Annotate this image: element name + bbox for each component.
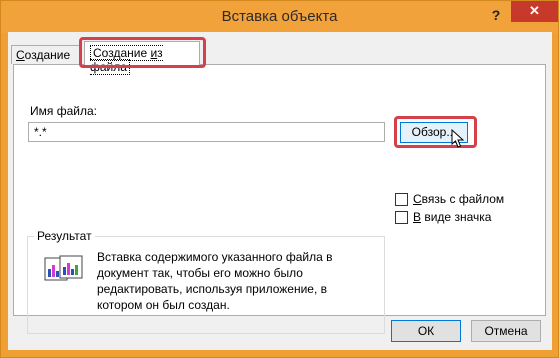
tab-highlight [79, 37, 206, 68]
link-to-file-accel: С [413, 192, 422, 206]
result-description: Вставка содержимого указанного файла в д… [97, 250, 333, 312]
display-as-icon-checkbox[interactable] [395, 210, 408, 224]
embedded-object-icon [44, 255, 83, 281]
link-to-file-checkbox[interactable] [395, 192, 408, 206]
tab-create[interactable]: Создание [11, 45, 82, 64]
ok-button[interactable]: ОК [391, 320, 461, 342]
tab-create-accel: С [16, 48, 25, 62]
link-to-file-option[interactable]: Связь с файлом [395, 192, 504, 206]
result-title: Результат [34, 229, 95, 243]
dialog-body: Создание Имя файла: Обзор... Связь с фай… [8, 32, 552, 350]
link-to-file-label: Связь с файлом [413, 192, 504, 206]
display-as-icon-accel: В [413, 210, 422, 224]
insert-object-dialog: Вставка объекта ? ✕ Создание Имя файла: … [0, 0, 559, 358]
title-bar[interactable]: Вставка объекта ? ✕ [1, 1, 558, 33]
file-name-label: Имя файла: [30, 104, 97, 118]
mouse-cursor-icon [451, 129, 465, 148]
cancel-button[interactable]: Отмена [471, 320, 541, 342]
help-button[interactable]: ? [483, 4, 509, 26]
tab-create-label: оздание [24, 48, 71, 62]
display-as-icon-option[interactable]: В виде значка [395, 210, 491, 224]
close-button[interactable]: ✕ [511, 1, 558, 22]
link-to-file-text: вязь с файлом [421, 192, 505, 206]
file-name-input[interactable] [28, 122, 385, 142]
display-as-icon-text: виде значка [421, 210, 492, 224]
tab-panel: Имя файла: Обзор... Связь с файлом В вид… [13, 64, 546, 334]
window-title: Вставка объекта [221, 8, 338, 25]
display-as-icon-label: В виде значка [413, 210, 491, 224]
